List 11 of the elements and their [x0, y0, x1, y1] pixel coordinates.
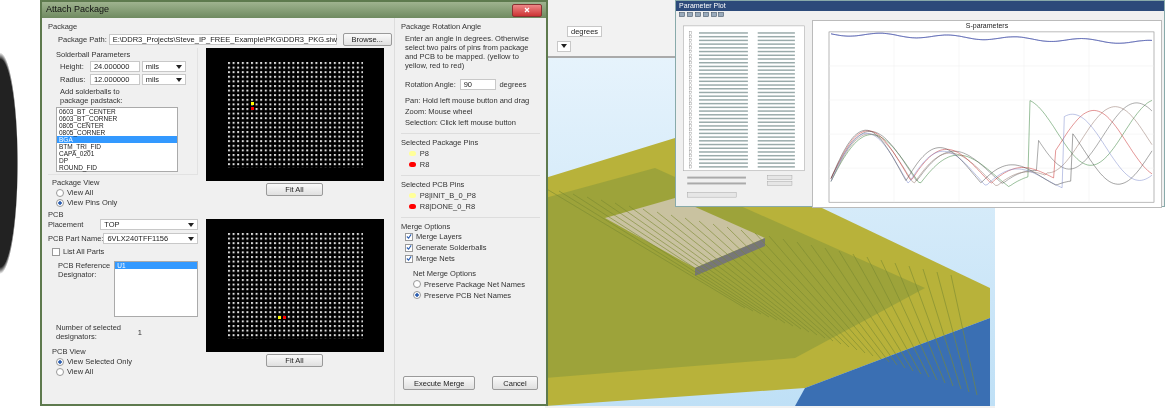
close-icon — [524, 7, 530, 13]
close-button[interactable] — [512, 3, 542, 17]
caret-icon — [175, 77, 182, 82]
caret-icon — [175, 64, 182, 69]
pin-grid-viewer[interactable] — [205, 48, 384, 181]
window-title: Attach Package — [46, 3, 110, 17]
caret-icon — [188, 236, 194, 241]
caret-icon — [561, 44, 567, 49]
dropdown[interactable] — [557, 40, 571, 52]
caret-icon — [188, 222, 194, 227]
pin-grid-viewer[interactable] — [205, 219, 384, 352]
